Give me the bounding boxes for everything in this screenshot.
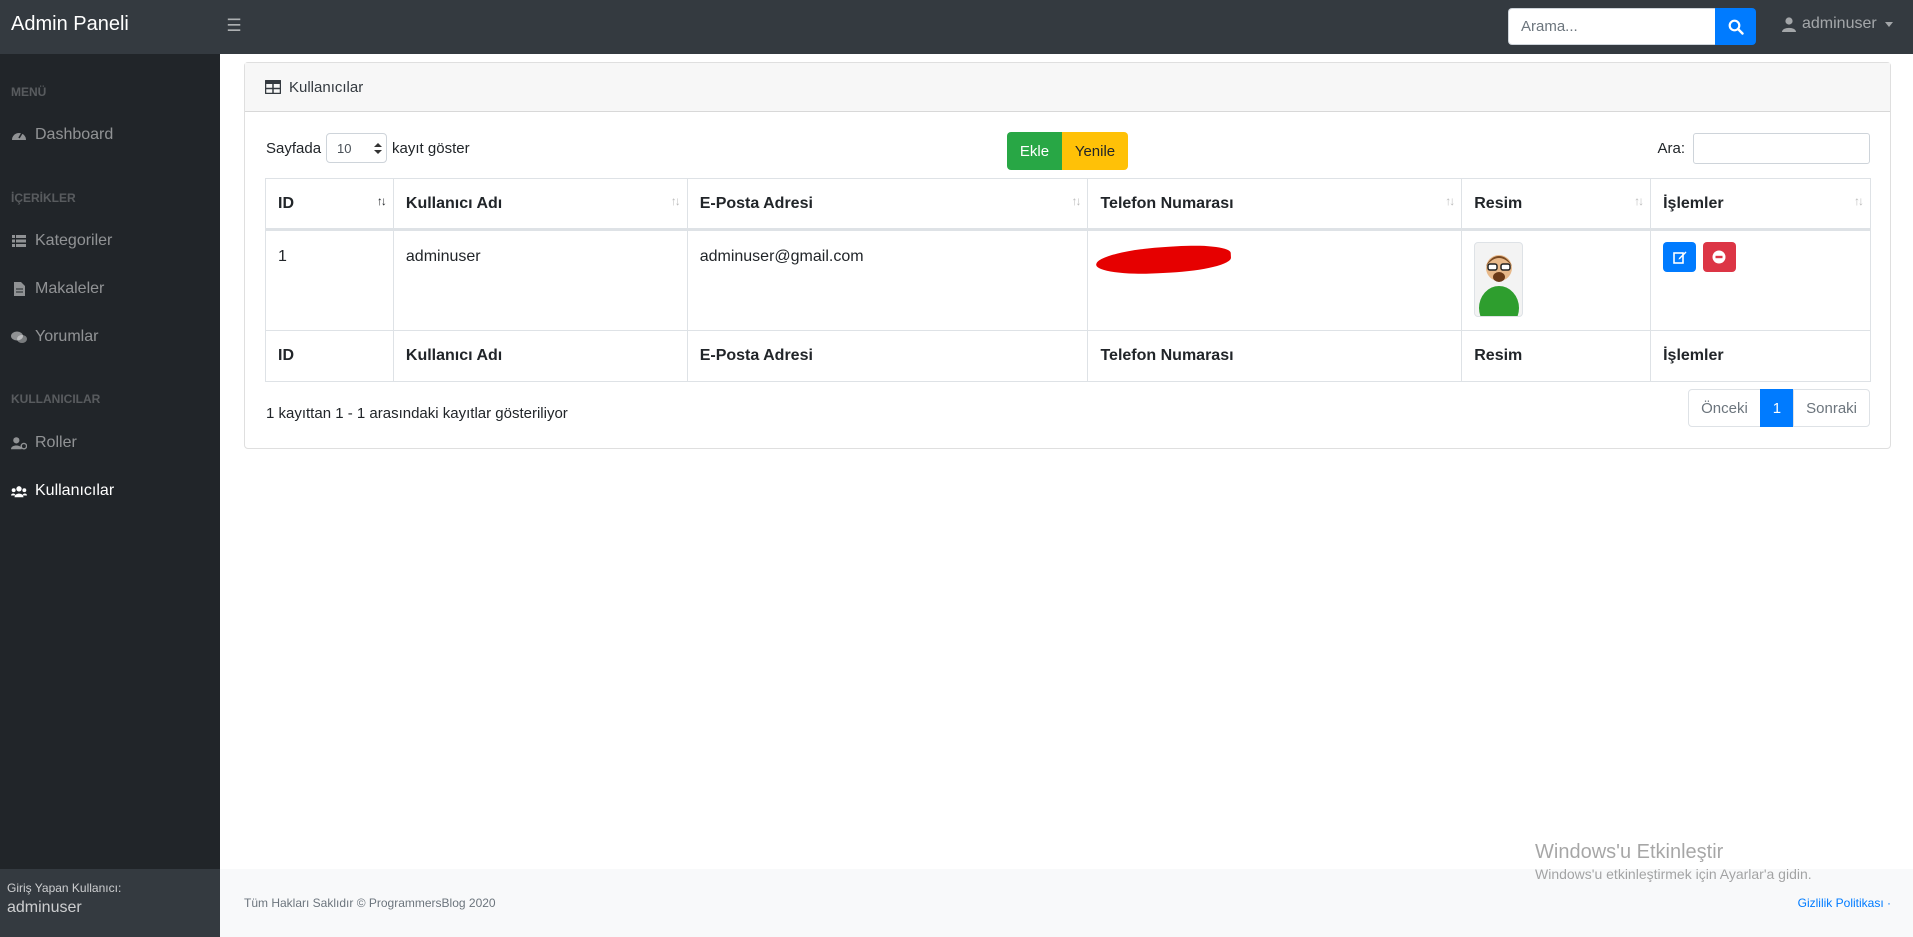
- chevron-down-icon: [1884, 21, 1893, 27]
- card-header: Kullanıcılar: [245, 63, 1890, 112]
- sidebar-item-users[interactable]: Kullanıcılar: [11, 482, 114, 500]
- user-cog-icon: [11, 435, 27, 451]
- logged-in-label: Giriş Yapan Kullanıcı:: [7, 881, 122, 895]
- column-header-id[interactable]: ID ↑↓: [265, 178, 394, 231]
- users-icon: [11, 483, 27, 499]
- sidebar-heading-menu: MENÜ: [11, 85, 47, 99]
- windows-activation-watermark: Windows'u Etkinleştir Windows'u etkinleş…: [1535, 841, 1812, 882]
- user-dropdown[interactable]: adminuser: [1782, 15, 1893, 33]
- sort-icon: ↑↓: [670, 194, 681, 208]
- pagination: Önceki 1 Sonraki: [1688, 389, 1870, 427]
- redaction-mark: [1095, 243, 1233, 277]
- list-icon: [11, 233, 27, 249]
- pagination-next[interactable]: Sonraki: [1793, 389, 1870, 427]
- table-icon: [265, 80, 281, 94]
- sort-arrows-icon: [374, 142, 383, 154]
- table-row: 1 adminuser adminuser@gmail.com: [265, 229, 1871, 331]
- search-icon: [1728, 19, 1744, 35]
- sort-icon: ↑↓: [1634, 194, 1644, 208]
- users-card: Kullanıcılar Sayfada 10 kayıt göster Ekl…: [244, 62, 1891, 449]
- sidebar-item-label: Yorumlar: [35, 328, 99, 345]
- column-header-username[interactable]: Kullanıcı Adı ↑↓: [392, 178, 688, 231]
- cell-username: adminuser: [392, 229, 688, 331]
- privacy-policy-link[interactable]: Gizlilik Politikası ·: [1798, 896, 1891, 910]
- cell-image: [1461, 229, 1652, 331]
- footer-header-id: ID: [265, 330, 394, 382]
- edit-icon: [1672, 251, 1687, 264]
- page-length-select[interactable]: 10: [326, 133, 388, 163]
- edit-button[interactable]: [1663, 242, 1697, 272]
- sort-asc-icon: ↑↓: [376, 194, 387, 208]
- delete-button[interactable]: [1702, 242, 1736, 272]
- card-title: Kullanıcılar: [289, 78, 364, 96]
- watermark-title: Windows'u Etkinleştir: [1535, 841, 1724, 863]
- cell-actions: [1650, 229, 1871, 331]
- search-form: [1508, 8, 1756, 45]
- cell-email: adminuser@gmail.com: [686, 229, 1089, 331]
- user-avatar: [1474, 242, 1524, 317]
- sidebar-item-label: Kategoriler: [35, 232, 113, 249]
- sidebar-heading-contents: İÇERİKLER: [11, 191, 76, 205]
- sidebar-item-label: Kullanıcılar: [35, 482, 115, 499]
- cell-id: 1: [265, 229, 394, 331]
- action-button-group: Ekle Yenile: [1007, 132, 1128, 170]
- sidebar-item-label: Roller: [35, 434, 77, 451]
- sidebar-item-label: Dashboard: [35, 126, 114, 143]
- table-info: 1 kayıttan 1 - 1 arasındaki kayıtlar gös…: [266, 405, 568, 422]
- footer-header-image: Resim: [1461, 330, 1652, 382]
- sidebar-toggle-icon[interactable]: ☰: [224, 16, 244, 36]
- sidebar-item-label: Makaleler: [35, 280, 105, 297]
- tachometer-icon: [11, 127, 27, 143]
- users-table: ID ↑↓ Kullanıcı Adı ↑↓ E-Posta Adresi ↑↓ Te…: [265, 178, 1871, 382]
- sidebar-item-comments[interactable]: Yorumlar: [11, 328, 98, 346]
- add-button[interactable]: Ekle: [1007, 132, 1062, 170]
- brand-title[interactable]: Admin Paneli: [11, 13, 129, 36]
- sidebar-heading-users: KULLANICILAR: [11, 392, 101, 406]
- sidebar: MENÜ Dashboard İÇERİKLER Kategoriler Mak…: [0, 54, 220, 937]
- sidebar-item-roles[interactable]: Roller: [11, 434, 77, 452]
- search-input[interactable]: [1508, 8, 1715, 45]
- table-footer-row: ID Kullanıcı Adı E-Posta Adresi Telefon …: [265, 330, 1871, 382]
- sidebar-item-categories[interactable]: Kategoriler: [11, 232, 112, 250]
- sidebar-item-articles[interactable]: Makaleler: [11, 280, 104, 298]
- column-header-actions[interactable]: İşlemler ↑↓: [1650, 178, 1871, 231]
- pagination-previous[interactable]: Önceki: [1688, 389, 1761, 427]
- sort-icon: ↑↓: [1445, 194, 1455, 208]
- footer-header-username: Kullanıcı Adı: [392, 330, 688, 382]
- table-filter: Ara:: [1657, 133, 1870, 164]
- file-icon: [11, 281, 27, 297]
- column-header-image[interactable]: Resim ↑↓: [1461, 178, 1652, 231]
- delete-icon: [1712, 250, 1726, 264]
- footer-header-phone: Telefon Numarası: [1087, 330, 1463, 382]
- footer-header-email: E-Posta Adresi: [686, 330, 1089, 382]
- sort-icon: ↑↓: [1854, 194, 1864, 208]
- length-prefix: Sayfada: [266, 139, 322, 157]
- sidebar-item-dashboard[interactable]: Dashboard: [11, 126, 113, 144]
- cell-phone: [1087, 229, 1463, 331]
- length-suffix: kayıt göster: [392, 139, 470, 157]
- footer-header-actions: İşlemler: [1650, 330, 1871, 382]
- user-name: adminuser: [1802, 15, 1877, 32]
- logged-in-username: adminuser: [7, 899, 82, 916]
- page-length-value: 10: [337, 140, 352, 156]
- search-button[interactable]: [1715, 8, 1756, 45]
- page-length-control: Sayfada 10 kayıt göster: [266, 133, 470, 163]
- user-icon: [1782, 16, 1796, 32]
- column-header-phone[interactable]: Telefon Numarası ↑↓: [1087, 178, 1463, 231]
- filter-input[interactable]: [1693, 133, 1870, 164]
- watermark-subtitle: Windows'u etkinleştirmek için Ayarlar'a …: [1535, 866, 1812, 882]
- top-navbar: Admin Paneli ☰ adminuser: [0, 0, 1913, 54]
- filter-label: Ara:: [1657, 140, 1685, 157]
- comments-icon: [11, 329, 27, 345]
- copyright-text: Tüm Hakları Saklıdır © ProgrammersBlog 2…: [244, 896, 496, 910]
- column-header-email[interactable]: E-Posta Adresi ↑↓: [686, 178, 1089, 231]
- table-header-row: ID ↑↓ Kullanıcı Adı ↑↓ E-Posta Adresi ↑↓ Te…: [265, 178, 1871, 231]
- refresh-button[interactable]: Yenile: [1062, 132, 1128, 170]
- pagination-page-1[interactable]: 1: [1759, 389, 1795, 427]
- sort-icon: ↑↓: [1071, 194, 1081, 208]
- logged-in-user-panel: Giriş Yapan Kullanıcı: adminuser: [0, 869, 220, 937]
